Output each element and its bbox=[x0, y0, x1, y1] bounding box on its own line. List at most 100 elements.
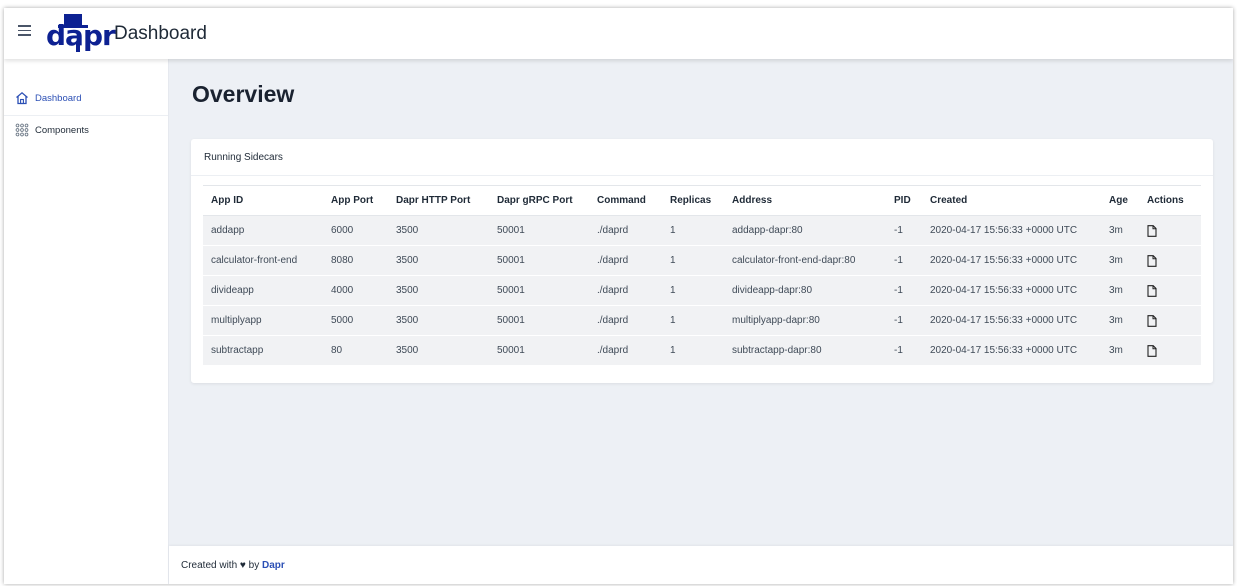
running-sidecars-card: Running Sidecars App ID App Port Dapr HT… bbox=[191, 139, 1213, 383]
created-cell: 2020-04-17 15:56:33 +0000 UTC bbox=[922, 335, 1101, 366]
sidebar-item-components[interactable]: Components bbox=[4, 116, 168, 147]
replicas-cell: 1 bbox=[662, 335, 724, 366]
grpc-port-cell: 50001 bbox=[489, 335, 589, 366]
address-cell: subtractapp-dapr:80 bbox=[724, 335, 886, 366]
footer: Created with ♥ by Dapr bbox=[169, 546, 1233, 584]
pid-cell: -1 bbox=[886, 335, 922, 366]
top-bar: dapr Dashboard bbox=[4, 8, 1233, 59]
created-cell: 2020-04-17 15:56:33 +0000 UTC bbox=[922, 245, 1101, 276]
column-header[interactable]: Dapr gRPC Port bbox=[489, 185, 589, 216]
app-id-cell: multiplyapp bbox=[203, 305, 323, 336]
actions-cell bbox=[1139, 245, 1201, 276]
column-header[interactable]: Created bbox=[922, 185, 1101, 216]
column-header[interactable]: PID bbox=[886, 185, 922, 216]
address-cell: addapp-dapr:80 bbox=[724, 215, 886, 246]
http-port-cell: 3500 bbox=[388, 245, 489, 276]
app-window: dapr Dashboard Dashboard Components Over… bbox=[4, 8, 1233, 584]
command-cell: ./daprd bbox=[589, 305, 662, 336]
app-port-cell: 5000 bbox=[323, 305, 388, 336]
replicas-cell: 1 bbox=[662, 215, 724, 246]
created-cell: 2020-04-17 15:56:33 +0000 UTC bbox=[922, 215, 1101, 246]
pid-cell: -1 bbox=[886, 305, 922, 336]
app-port-cell: 80 bbox=[323, 335, 388, 366]
card-title: Running Sidecars bbox=[204, 152, 283, 163]
grpc-port-cell: 50001 bbox=[489, 245, 589, 276]
pid-cell: -1 bbox=[886, 275, 922, 306]
command-cell: ./daprd bbox=[589, 275, 662, 306]
replicas-cell: 1 bbox=[662, 275, 724, 306]
age-cell: 3m bbox=[1101, 335, 1139, 366]
column-header: Actions bbox=[1139, 185, 1201, 216]
command-cell: ./daprd bbox=[589, 215, 662, 246]
table-row: calculator-front-end 8080 3500 50001 ./d… bbox=[203, 245, 1201, 276]
document-icon[interactable] bbox=[1147, 224, 1157, 237]
http-port-cell: 3500 bbox=[388, 215, 489, 246]
actions-cell bbox=[1139, 335, 1201, 366]
column-header[interactable]: App ID bbox=[203, 185, 323, 216]
logo-text: dapr bbox=[46, 19, 116, 52]
command-cell: ./daprd bbox=[589, 335, 662, 366]
age-cell: 3m bbox=[1101, 245, 1139, 276]
hamburger-menu-icon[interactable] bbox=[18, 25, 34, 41]
app-id-cell: subtractapp bbox=[203, 335, 323, 366]
table-header-row: App ID App Port Dapr HTTP Port Dapr gRPC… bbox=[203, 185, 1201, 216]
replicas-cell: 1 bbox=[662, 305, 724, 336]
dapr-link[interactable]: Dapr bbox=[262, 560, 285, 571]
dapr-logo[interactable]: dapr bbox=[46, 14, 116, 54]
http-port-cell: 3500 bbox=[388, 275, 489, 306]
actions-cell bbox=[1139, 305, 1201, 336]
pid-cell: -1 bbox=[886, 215, 922, 246]
app-id-cell: addapp bbox=[203, 215, 323, 246]
age-cell: 3m bbox=[1101, 275, 1139, 306]
http-port-cell: 3500 bbox=[388, 335, 489, 366]
actions-cell bbox=[1139, 275, 1201, 306]
grpc-port-cell: 50001 bbox=[489, 305, 589, 336]
actions-cell bbox=[1139, 215, 1201, 246]
home-icon bbox=[16, 91, 28, 105]
sidebar-item-dashboard[interactable]: Dashboard bbox=[4, 84, 168, 116]
card-divider bbox=[191, 175, 1213, 176]
created-cell: 2020-04-17 15:56:33 +0000 UTC bbox=[922, 275, 1101, 306]
sidecars-table: App ID App Port Dapr HTTP Port Dapr gRPC… bbox=[203, 185, 1201, 366]
footer-credit: Created with ♥ by Dapr bbox=[181, 560, 285, 571]
pid-cell: -1 bbox=[886, 245, 922, 276]
app-port-cell: 4000 bbox=[323, 275, 388, 306]
sidebar: Dashboard Components bbox=[4, 59, 169, 584]
grid-icon bbox=[15, 123, 29, 137]
grpc-port-cell: 50001 bbox=[489, 215, 589, 246]
document-icon[interactable] bbox=[1147, 344, 1157, 357]
address-cell: multiplyapp-dapr:80 bbox=[724, 305, 886, 336]
address-cell: calculator-front-end-dapr:80 bbox=[724, 245, 886, 276]
created-cell: 2020-04-17 15:56:33 +0000 UTC bbox=[922, 305, 1101, 336]
document-icon[interactable] bbox=[1147, 284, 1157, 297]
column-header[interactable]: Age bbox=[1101, 185, 1139, 216]
column-header[interactable]: Replicas bbox=[662, 185, 724, 216]
app-port-cell: 8080 bbox=[323, 245, 388, 276]
app-id-cell: divideapp bbox=[203, 275, 323, 306]
column-header[interactable]: App Port bbox=[323, 185, 388, 216]
column-header[interactable]: Command bbox=[589, 185, 662, 216]
column-header[interactable]: Address bbox=[724, 185, 886, 216]
app-port-cell: 6000 bbox=[323, 215, 388, 246]
app-id-cell: calculator-front-end bbox=[203, 245, 323, 276]
table-row: multiplyapp 5000 3500 50001 ./daprd 1 mu… bbox=[203, 305, 1201, 336]
address-cell: divideapp-dapr:80 bbox=[724, 275, 886, 306]
footer-prefix: Created with bbox=[181, 560, 238, 571]
app-title: Dashboard bbox=[114, 23, 207, 44]
heart-icon: ♥ bbox=[239, 560, 246, 571]
column-header[interactable]: Dapr HTTP Port bbox=[388, 185, 489, 216]
age-cell: 3m bbox=[1101, 215, 1139, 246]
grpc-port-cell: 50001 bbox=[489, 275, 589, 306]
age-cell: 3m bbox=[1101, 305, 1139, 336]
table-row: subtractapp 80 3500 50001 ./daprd 1 subt… bbox=[203, 335, 1201, 366]
table-row: addapp 6000 3500 50001 ./daprd 1 addapp-… bbox=[203, 215, 1201, 246]
footer-by: by bbox=[248, 560, 260, 571]
page-title: Overview bbox=[192, 81, 295, 107]
sidebar-item-label: Dashboard bbox=[35, 93, 82, 104]
table-row: divideapp 4000 3500 50001 ./daprd 1 divi… bbox=[203, 275, 1201, 306]
sidebar-item-label: Components bbox=[35, 125, 89, 136]
document-icon[interactable] bbox=[1147, 254, 1157, 267]
command-cell: ./daprd bbox=[589, 245, 662, 276]
replicas-cell: 1 bbox=[662, 245, 724, 276]
document-icon[interactable] bbox=[1147, 314, 1157, 327]
